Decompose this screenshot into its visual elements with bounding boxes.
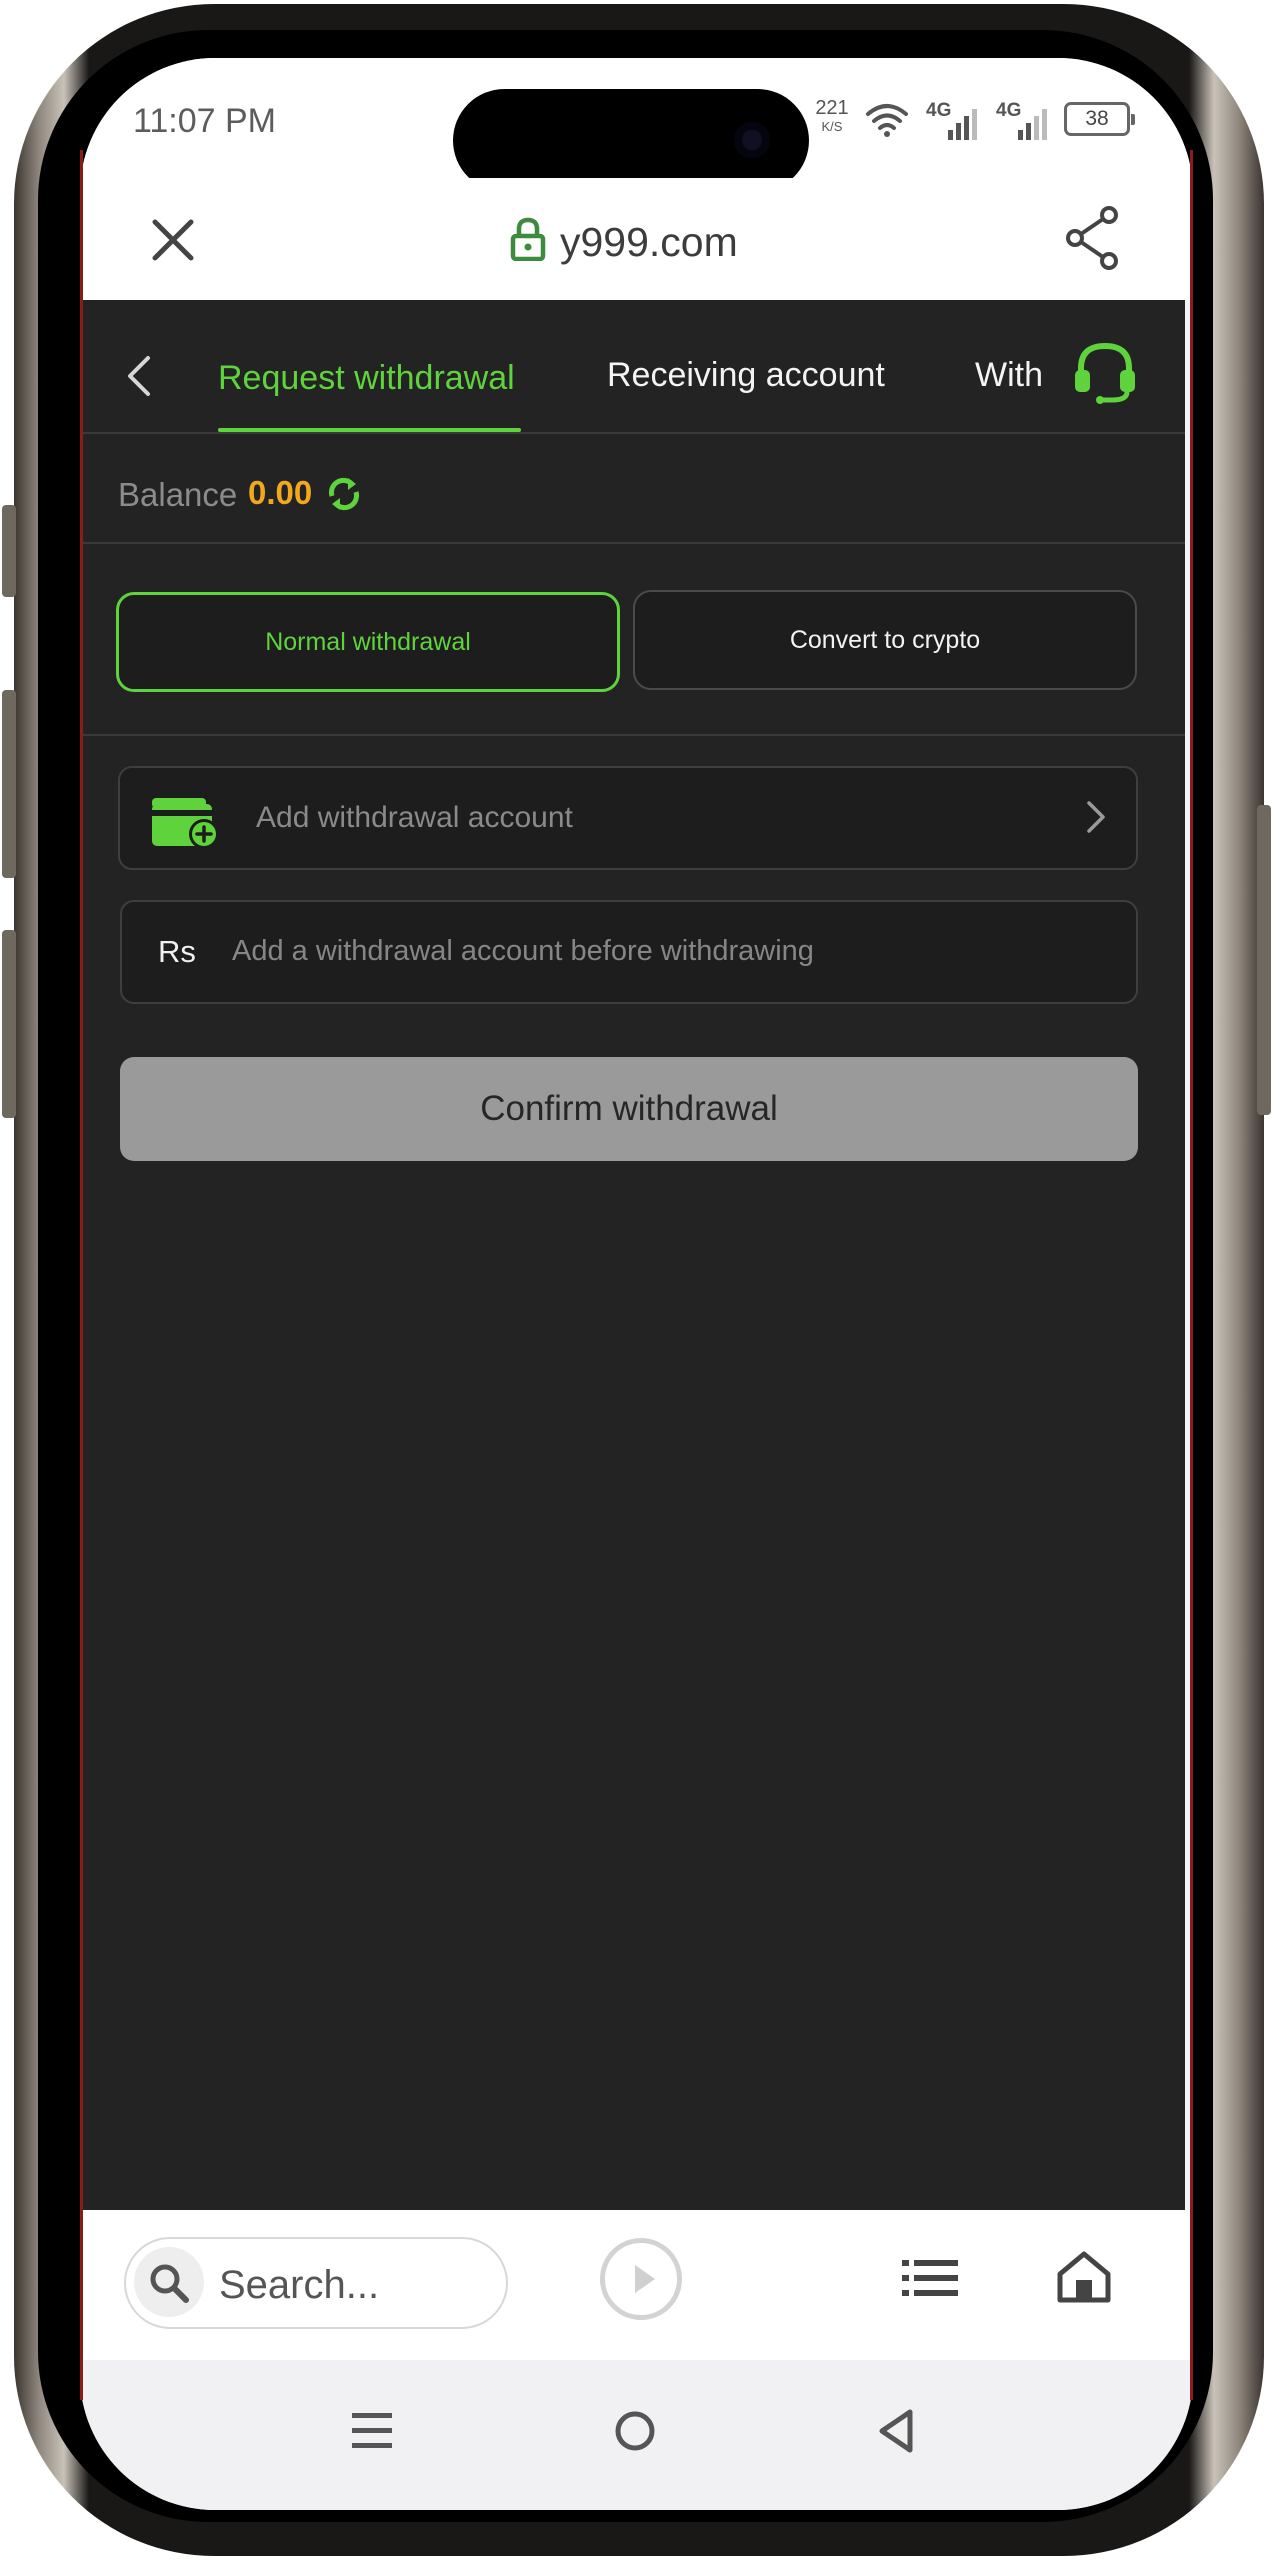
amount-placeholder: Add a withdrawal account before withdraw… (232, 935, 814, 967)
refresh-icon[interactable] (324, 474, 364, 514)
battery-icon: 38 (1064, 102, 1135, 136)
tab-receiving-account[interactable]: Receiving account (607, 356, 885, 395)
search-placeholder: Search... (219, 2263, 380, 2307)
share-icon[interactable] (1063, 206, 1123, 270)
headset-icon[interactable] (1072, 340, 1138, 404)
side-button (2, 505, 16, 597)
normal-withdrawal-button[interactable]: Normal withdrawal (116, 592, 620, 692)
convert-to-crypto-button[interactable]: Convert to crypto (633, 590, 1137, 690)
app-content (82, 300, 1185, 2210)
phone-screen: 11:07 PM 221 K/S 4G 4G 38 y999.com Reque… (80, 58, 1193, 2510)
recents-icon[interactable] (350, 2409, 394, 2453)
search-icon (150, 2264, 189, 2303)
status-time: 11:07 PM (133, 102, 277, 140)
balance-label: Balance (118, 476, 238, 513)
chevron-right-icon (1087, 801, 1105, 833)
back-triangle-icon[interactable] (876, 2407, 916, 2455)
header-divider (82, 432, 1185, 434)
balance-value: 0.00 (248, 474, 313, 511)
close-icon[interactable] (150, 217, 196, 263)
home-icon[interactable] (1056, 2250, 1112, 2304)
net-speed-unit: K/S (821, 119, 843, 134)
confirm-withdrawal-button[interactable]: Confirm withdrawal (120, 1057, 1138, 1161)
tab-withdrawal-record[interactable]: With (975, 356, 1043, 395)
add-withdrawal-account-label: Add withdrawal account (256, 801, 573, 834)
net-speed-value: 221 (815, 97, 849, 119)
signal-bars-icon (1018, 108, 1052, 140)
tab-request-withdrawal[interactable]: Request withdrawal (218, 359, 515, 398)
home-circle-icon[interactable] (613, 2409, 657, 2453)
url-text[interactable]: y999.com (560, 219, 738, 266)
wallet-add-icon (152, 798, 219, 849)
currency-label: Rs (158, 934, 196, 969)
screen-edge-left (80, 150, 83, 2400)
segment-divider (82, 734, 1185, 736)
screen-edge-right (1190, 150, 1193, 2400)
side-button (1257, 805, 1271, 1115)
side-button (2, 690, 16, 878)
signal-bars-icon (948, 108, 982, 140)
wifi-icon (866, 104, 908, 137)
list-icon[interactable] (902, 2258, 958, 2298)
camera-icon (734, 122, 770, 158)
back-chevron-icon[interactable] (124, 354, 154, 398)
play-icon[interactable] (600, 2238, 682, 2320)
balance-divider (82, 542, 1185, 544)
side-button (2, 930, 16, 1118)
lock-icon (510, 217, 546, 261)
